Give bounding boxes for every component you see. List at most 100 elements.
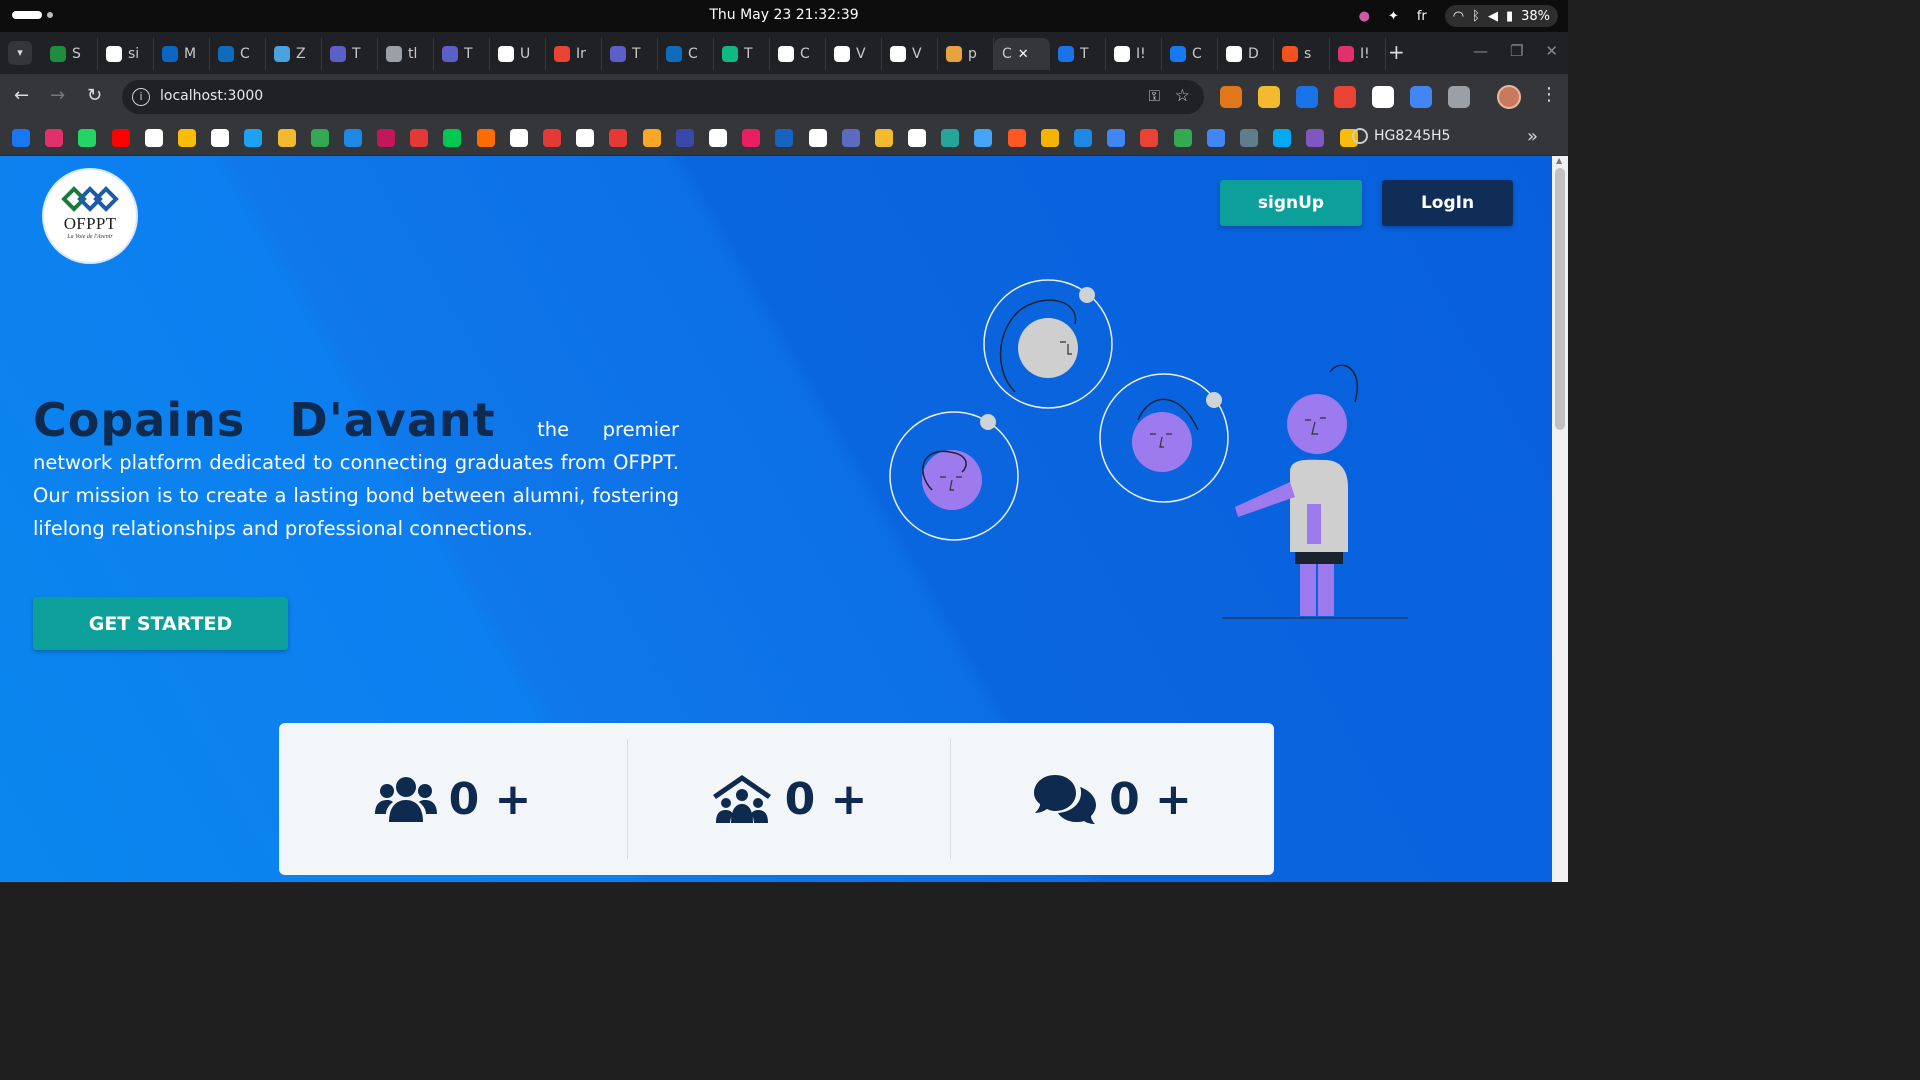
browser-tab[interactable]: si: [98, 38, 154, 70]
close-tab-icon[interactable]: ✕: [1018, 47, 1029, 62]
more-bookmarks-icon[interactable]: »: [1527, 126, 1538, 147]
bookmark-favicon-icon[interactable]: [708, 129, 727, 147]
ofppt-logo[interactable]: OFPPT La Voie de l'Avenir: [44, 170, 136, 262]
page-scrollbar[interactable]: ▲: [1552, 156, 1568, 882]
browser-tab[interactable]: s: [1274, 38, 1330, 70]
password-key-icon[interactable]: ⚿: [1149, 87, 1160, 105]
bookmark-favicon-icon[interactable]: [12, 129, 30, 147]
get-started-button[interactable]: GET STARTED: [33, 597, 288, 650]
accessibility-icon[interactable]: ✦: [1388, 9, 1399, 24]
bookmark-favicon-icon[interactable]: [343, 129, 362, 147]
browser-tab[interactable]: C: [210, 38, 266, 70]
close-window-icon[interactable]: ✕: [1545, 42, 1558, 60]
bookmark-favicon-icon[interactable]: [742, 129, 761, 147]
bookmark-star-icon[interactable]: ☆: [1175, 86, 1190, 106]
minimize-icon[interactable]: —: [1473, 42, 1488, 60]
browser-tab[interactable]: T: [434, 38, 490, 70]
bookmark-favicon-icon[interactable]: [775, 129, 794, 147]
bookmark-favicon-icon[interactable]: [1173, 129, 1192, 147]
bookmark-favicon-icon[interactable]: [1107, 129, 1126, 147]
browser-tab[interactable]: T: [1050, 38, 1106, 70]
bookmark-favicon-icon[interactable]: [144, 129, 163, 147]
browser-tab[interactable]: tl: [378, 38, 434, 70]
bookmark-favicon-icon[interactable]: [841, 129, 860, 147]
bookmark-favicon-icon[interactable]: [377, 129, 396, 147]
extension-icon[interactable]: [1448, 86, 1470, 108]
bookmark-favicon-icon[interactable]: [543, 129, 561, 147]
keyboard-language[interactable]: fr: [1417, 9, 1427, 24]
app-indicator-icon[interactable]: ●: [1359, 9, 1370, 24]
browser-tab[interactable]: M: [154, 38, 210, 70]
bookmark-favicon-icon[interactable]: [78, 129, 97, 147]
scroll-thumb[interactable]: [1555, 168, 1565, 430]
scroll-up-icon[interactable]: ▲: [1556, 156, 1562, 165]
browser-tab[interactable]: D: [1218, 38, 1274, 70]
reload-icon[interactable]: ↻: [87, 86, 102, 106]
status-menu[interactable]: ◠ ᛒ ◀ ▮ 38%: [1444, 5, 1558, 27]
bookmark-favicon-icon[interactable]: [1206, 129, 1225, 147]
bookmark-favicon-icon[interactable]: [45, 129, 64, 147]
forward-icon[interactable]: →: [50, 86, 65, 106]
bookmark-favicon-icon[interactable]: [1273, 129, 1292, 147]
browser-tab[interactable]: S: [42, 38, 98, 70]
bookmark-favicon-icon[interactable]: [974, 129, 993, 147]
browser-tab[interactable]: C ✕: [994, 38, 1050, 70]
bookmark-favicon-icon[interactable]: [576, 129, 595, 147]
bookmark-favicon-icon[interactable]: [1306, 129, 1325, 147]
url-text[interactable]: localhost:3000: [160, 88, 263, 104]
login-button[interactable]: LogIn: [1382, 180, 1513, 226]
bookmark-favicon-icon[interactable]: [675, 129, 694, 147]
bookmark-favicon-icon[interactable]: [509, 129, 528, 147]
bookmark-favicon-icon[interactable]: [941, 129, 960, 147]
browser-tab[interactable]: T: [602, 38, 658, 70]
bookmark-favicon-icon[interactable]: [111, 129, 130, 147]
browser-menu-icon[interactable]: ⋮: [1540, 84, 1558, 105]
browser-tab[interactable]: Ir: [546, 38, 602, 70]
browser-tab[interactable]: C: [770, 38, 826, 70]
back-icon[interactable]: ←: [14, 86, 29, 106]
bookmark-favicon-icon[interactable]: [642, 129, 661, 147]
browser-tab[interactable]: T: [322, 38, 378, 70]
browser-tab[interactable]: V: [826, 38, 882, 70]
extension-icon[interactable]: [1334, 86, 1356, 108]
maximize-icon[interactable]: ❐: [1510, 42, 1523, 60]
site-info-icon[interactable]: i: [132, 88, 150, 106]
extension-icon[interactable]: [1296, 86, 1318, 108]
profile-avatar[interactable]: [1497, 85, 1521, 109]
bookmark-favicon-icon[interactable]: [211, 129, 230, 147]
browser-tab[interactable]: p: [938, 38, 994, 70]
browser-tab[interactable]: U: [490, 38, 546, 70]
bookmark-favicon-icon[interactable]: [908, 129, 927, 147]
bookmark-favicon-icon[interactable]: [874, 129, 893, 147]
bookmark-favicon-icon[interactable]: [609, 129, 628, 147]
bookmark-favicon-icon[interactable]: [310, 129, 329, 147]
browser-tab[interactable]: I!: [1106, 38, 1162, 70]
browser-tab[interactable]: C: [1162, 38, 1218, 70]
browser-tab[interactable]: Z: [266, 38, 322, 70]
bookmark-favicon-icon[interactable]: [244, 129, 263, 147]
address-bar[interactable]: i localhost:3000 ⚿ ☆: [122, 80, 1204, 114]
browser-tab[interactable]: C: [658, 38, 714, 70]
bookmark-favicon-icon[interactable]: [1007, 129, 1026, 147]
bookmark-hg8245h5[interactable]: HG8245H5: [1352, 128, 1450, 144]
bookmark-favicon-icon[interactable]: [1239, 129, 1258, 147]
extension-icon[interactable]: [1220, 86, 1242, 108]
bookmark-favicon-icon[interactable]: [410, 129, 429, 147]
bookmark-favicon-icon[interactable]: [1074, 129, 1092, 147]
extension-icon[interactable]: [1372, 86, 1394, 108]
bookmark-favicon-icon[interactable]: [443, 129, 462, 147]
browser-tab[interactable]: I!: [1330, 38, 1386, 70]
browser-tab[interactable]: T: [714, 38, 770, 70]
bookmark-favicon-icon[interactable]: [277, 129, 296, 147]
system-tray[interactable]: ● ✦ fr ◠ ᛒ ◀ ▮ 38%: [1359, 5, 1558, 27]
signup-button[interactable]: signUp: [1220, 180, 1362, 226]
browser-tab[interactable]: V: [882, 38, 938, 70]
tab-search-button[interactable]: ▾: [8, 41, 32, 65]
new-tab-button[interactable]: +: [1388, 42, 1405, 62]
extension-icon[interactable]: [1258, 86, 1280, 108]
bookmark-favicon-icon[interactable]: [808, 129, 827, 147]
bookmark-favicon-icon[interactable]: [1040, 129, 1059, 147]
bookmark-favicon-icon[interactable]: [1140, 129, 1159, 147]
extension-icon[interactable]: [1410, 86, 1432, 108]
bookmark-favicon-icon[interactable]: [476, 129, 495, 147]
